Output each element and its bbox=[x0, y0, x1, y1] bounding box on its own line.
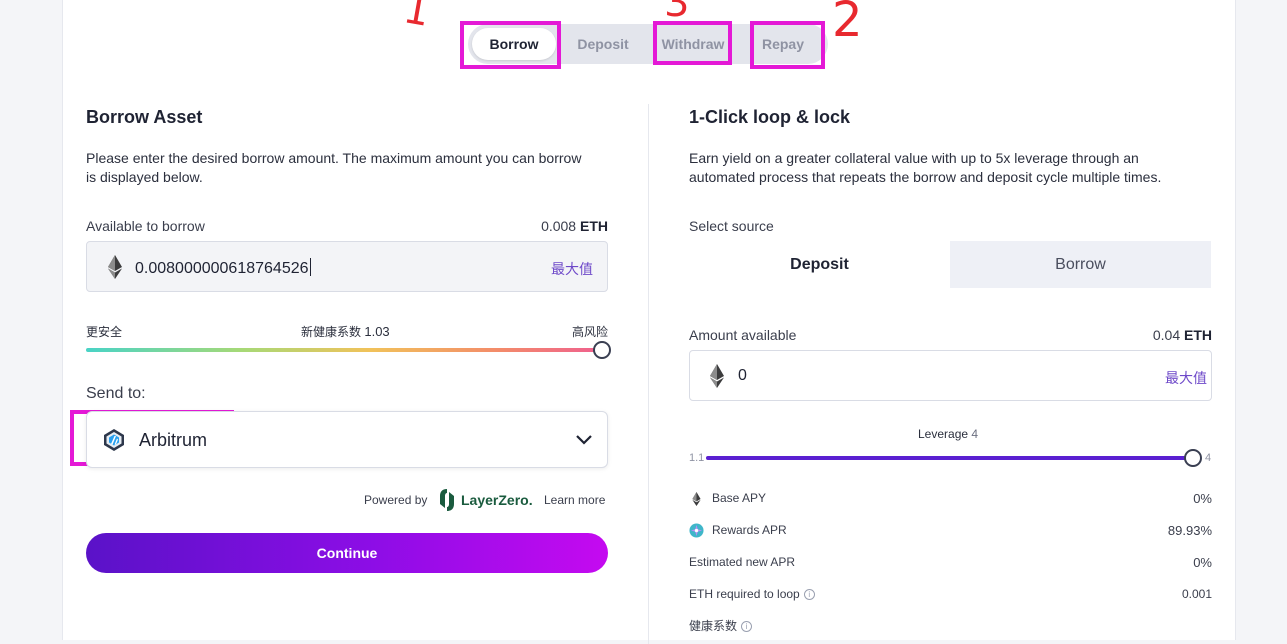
loop-description: Earn yield on a greater collateral value… bbox=[689, 150, 1162, 185]
amount-available-value: 0.04 ETH bbox=[1152, 327, 1212, 343]
eth-required-value: 0.001 bbox=[1181, 587, 1212, 601]
eth-icon bbox=[108, 255, 122, 279]
eth-required-label: ETH required to loop i bbox=[689, 587, 815, 601]
loop-amount-field[interactable]: 0 最大值 bbox=[689, 350, 1212, 401]
eth-icon bbox=[710, 364, 724, 388]
tab-withdraw[interactable]: Withdraw bbox=[656, 28, 730, 60]
leverage-min: 1.1 bbox=[689, 452, 705, 464]
leverage-slider-handle[interactable] bbox=[1184, 449, 1202, 467]
eth-icon bbox=[692, 492, 701, 506]
health-factor-label: 新健康系数 1.03 bbox=[301, 324, 390, 339]
source-deposit-button[interactable]: Deposit bbox=[689, 241, 950, 288]
loop-max-button[interactable]: 最大值 bbox=[1165, 368, 1207, 388]
estimated-apr-value: 0% bbox=[1193, 555, 1212, 570]
tab-repay[interactable]: Repay bbox=[750, 28, 816, 60]
leverage-max: 4 bbox=[1205, 452, 1212, 464]
base-apy-label: Base APY bbox=[712, 491, 767, 505]
rewards-apr-label: Rewards APR bbox=[712, 523, 787, 537]
continue-button[interactable]: Continue bbox=[86, 533, 608, 573]
estimated-apr-label: Estimated new APR bbox=[689, 555, 796, 569]
tab-borrow[interactable]: Borrow bbox=[472, 28, 556, 60]
borrow-max-button[interactable]: 最大值 bbox=[551, 259, 593, 279]
send-to-label: Send to: bbox=[86, 385, 146, 402]
tab-deposit[interactable]: Deposit bbox=[564, 28, 642, 60]
network-name: Arbitrum bbox=[139, 430, 208, 450]
layerzero-icon bbox=[440, 489, 454, 511]
available-value: 0.008 ETH bbox=[541, 218, 608, 234]
available-label: Available to borrow bbox=[86, 218, 205, 234]
base-apy-value: 0% bbox=[1193, 491, 1212, 506]
health-slider-handle[interactable] bbox=[593, 341, 611, 359]
borrow-amount-field[interactable]: 0.008000000618764526 最大值 bbox=[86, 241, 608, 292]
powered-by-label: Powered by bbox=[364, 493, 428, 507]
leverage-label: Leverage 4 bbox=[918, 427, 979, 441]
source-borrow-button[interactable]: Borrow bbox=[950, 241, 1211, 288]
leverage-slider[interactable] bbox=[706, 456, 1194, 460]
safer-label: 更安全 bbox=[86, 325, 123, 339]
loop-amount-input[interactable]: 0 bbox=[738, 367, 747, 385]
amount-available-label: Amount available bbox=[689, 327, 797, 343]
info-icon[interactable]: i bbox=[803, 589, 815, 600]
rewards-icon bbox=[689, 523, 704, 538]
risk-label: 高风险 bbox=[572, 325, 609, 339]
borrow-amount-input[interactable]: 0.008000000618764526 bbox=[135, 258, 311, 278]
layerzero-name: LayerZero. bbox=[461, 492, 533, 508]
select-source-label: Select source bbox=[689, 218, 774, 234]
borrow-description: Please enter the desired borrow amount. … bbox=[86, 150, 582, 185]
rewards-apr-value: 89.93% bbox=[1167, 523, 1212, 538]
health-factor-row-label: 健康系数 i bbox=[689, 617, 753, 634]
loop-title: 1-Click loop & lock bbox=[689, 107, 851, 127]
info-icon[interactable]: i bbox=[741, 621, 753, 632]
panel-divider bbox=[648, 104, 649, 644]
network-select[interactable]: Arbitrum bbox=[86, 411, 608, 468]
borrow-title: Borrow Asset bbox=[86, 107, 203, 127]
annotation-three: 3 bbox=[664, 0, 690, 26]
health-factor-slider[interactable] bbox=[86, 348, 602, 352]
annotation-two: 2 bbox=[832, 0, 863, 48]
arbitrum-icon bbox=[104, 429, 124, 451]
learn-more-link[interactable]: Learn more bbox=[544, 493, 605, 507]
chevron-down-icon bbox=[576, 435, 592, 445]
text-caret bbox=[309, 258, 311, 276]
action-tabs: Borrow Deposit Withdraw Repay bbox=[468, 24, 828, 64]
